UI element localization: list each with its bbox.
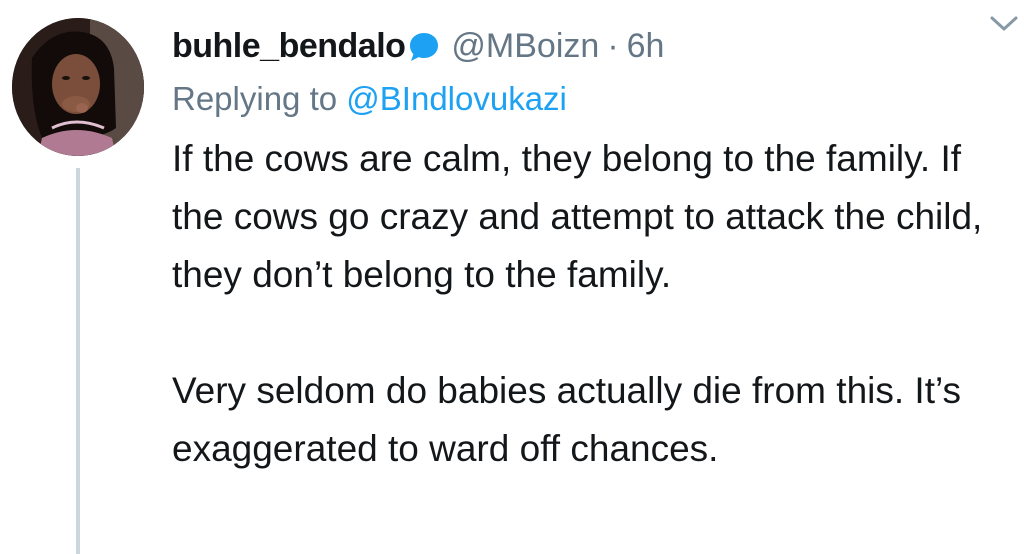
chevron-down-icon[interactable] [984,8,1024,38]
user-handle[interactable]: @MBoizn [451,27,599,66]
timestamp[interactable]: 6h [627,27,665,66]
display-name[interactable]: buhle_bendalo [172,27,406,66]
replying-to-line: Replying to @BIndlovukazi [172,76,992,122]
avatar-photo [12,18,144,156]
tweet-content: buhle_bendalo @MBoizn · 6h Replying to @… [172,20,992,478]
replying-to-mention[interactable]: @BIndlovukazi [346,80,567,117]
separator-dot: · [607,26,619,65]
replying-to-label: Replying to [172,80,338,117]
speech-bubble-icon [407,30,441,64]
tweet-paragraph: If the cows are calm, they belong to the… [172,138,983,295]
tweet-paragraph: Very seldom do babies actually die from … [172,370,962,469]
tweet-text: If the cows are calm, they belong to the… [172,130,992,478]
tweet[interactable]: buhle_bendalo @MBoizn · 6h Replying to @… [0,0,1024,554]
avatar[interactable] [12,18,144,156]
tweet-header: buhle_bendalo @MBoizn · 6h [172,20,992,72]
thread-line [76,168,80,554]
